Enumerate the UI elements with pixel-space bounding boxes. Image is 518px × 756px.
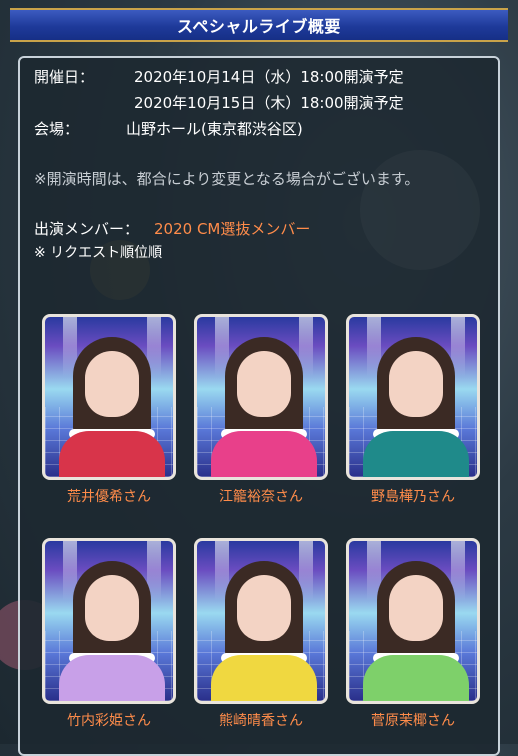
members-label: 出演メンバー： xyxy=(34,220,140,238)
member-card[interactable] xyxy=(42,314,176,480)
member-face xyxy=(85,575,139,641)
date-label: 開催日： xyxy=(34,68,95,86)
member-name: 熊崎晴香さん xyxy=(219,713,303,729)
info-panel: 開催日： 2020年10月14日（水）18:00開演予定 2020年10月15日… xyxy=(18,56,500,756)
member-outfit xyxy=(59,655,165,701)
page-header: スペシャルライブ概要 xyxy=(10,8,508,42)
member-card[interactable] xyxy=(346,314,480,480)
page-title: スペシャルライブ概要 xyxy=(177,17,341,36)
member-name: 江籠裕奈さん xyxy=(219,489,303,505)
date-second: 2020年10月15日（木）18:00開演予定 xyxy=(134,94,404,112)
member-card[interactable] xyxy=(194,538,328,704)
member-card[interactable] xyxy=(42,538,176,704)
member-face xyxy=(237,351,291,417)
member-face xyxy=(389,575,443,641)
member-face xyxy=(85,351,139,417)
member-card[interactable] xyxy=(194,314,328,480)
member-outfit xyxy=(363,655,469,701)
venue-label: 会場： xyxy=(34,120,80,138)
member-outfit xyxy=(211,431,317,477)
time-change-notice: ※開演時間は、都合により変更となる場合がございます。 xyxy=(34,170,420,188)
member-name: 野島樺乃さん xyxy=(371,489,455,505)
member-outfit xyxy=(363,431,469,477)
member-name: 菅原茉椰さん xyxy=(371,713,455,729)
member-card[interactable] xyxy=(346,538,480,704)
members-value: 2020 CM選抜メンバー xyxy=(154,220,311,238)
member-face xyxy=(237,575,291,641)
member-name: 荒井優希さん xyxy=(67,489,151,505)
member-name: 竹内彩姫さん xyxy=(67,713,151,729)
member-face xyxy=(389,351,443,417)
request-order-note: ※ リクエスト順位順 xyxy=(34,245,163,261)
member-outfit xyxy=(211,655,317,701)
venue-value: 山野ホール(東京都渋谷区) xyxy=(126,120,303,138)
member-outfit xyxy=(59,431,165,477)
date-first: 2020年10月14日（水）18:00開演予定 xyxy=(134,68,404,86)
